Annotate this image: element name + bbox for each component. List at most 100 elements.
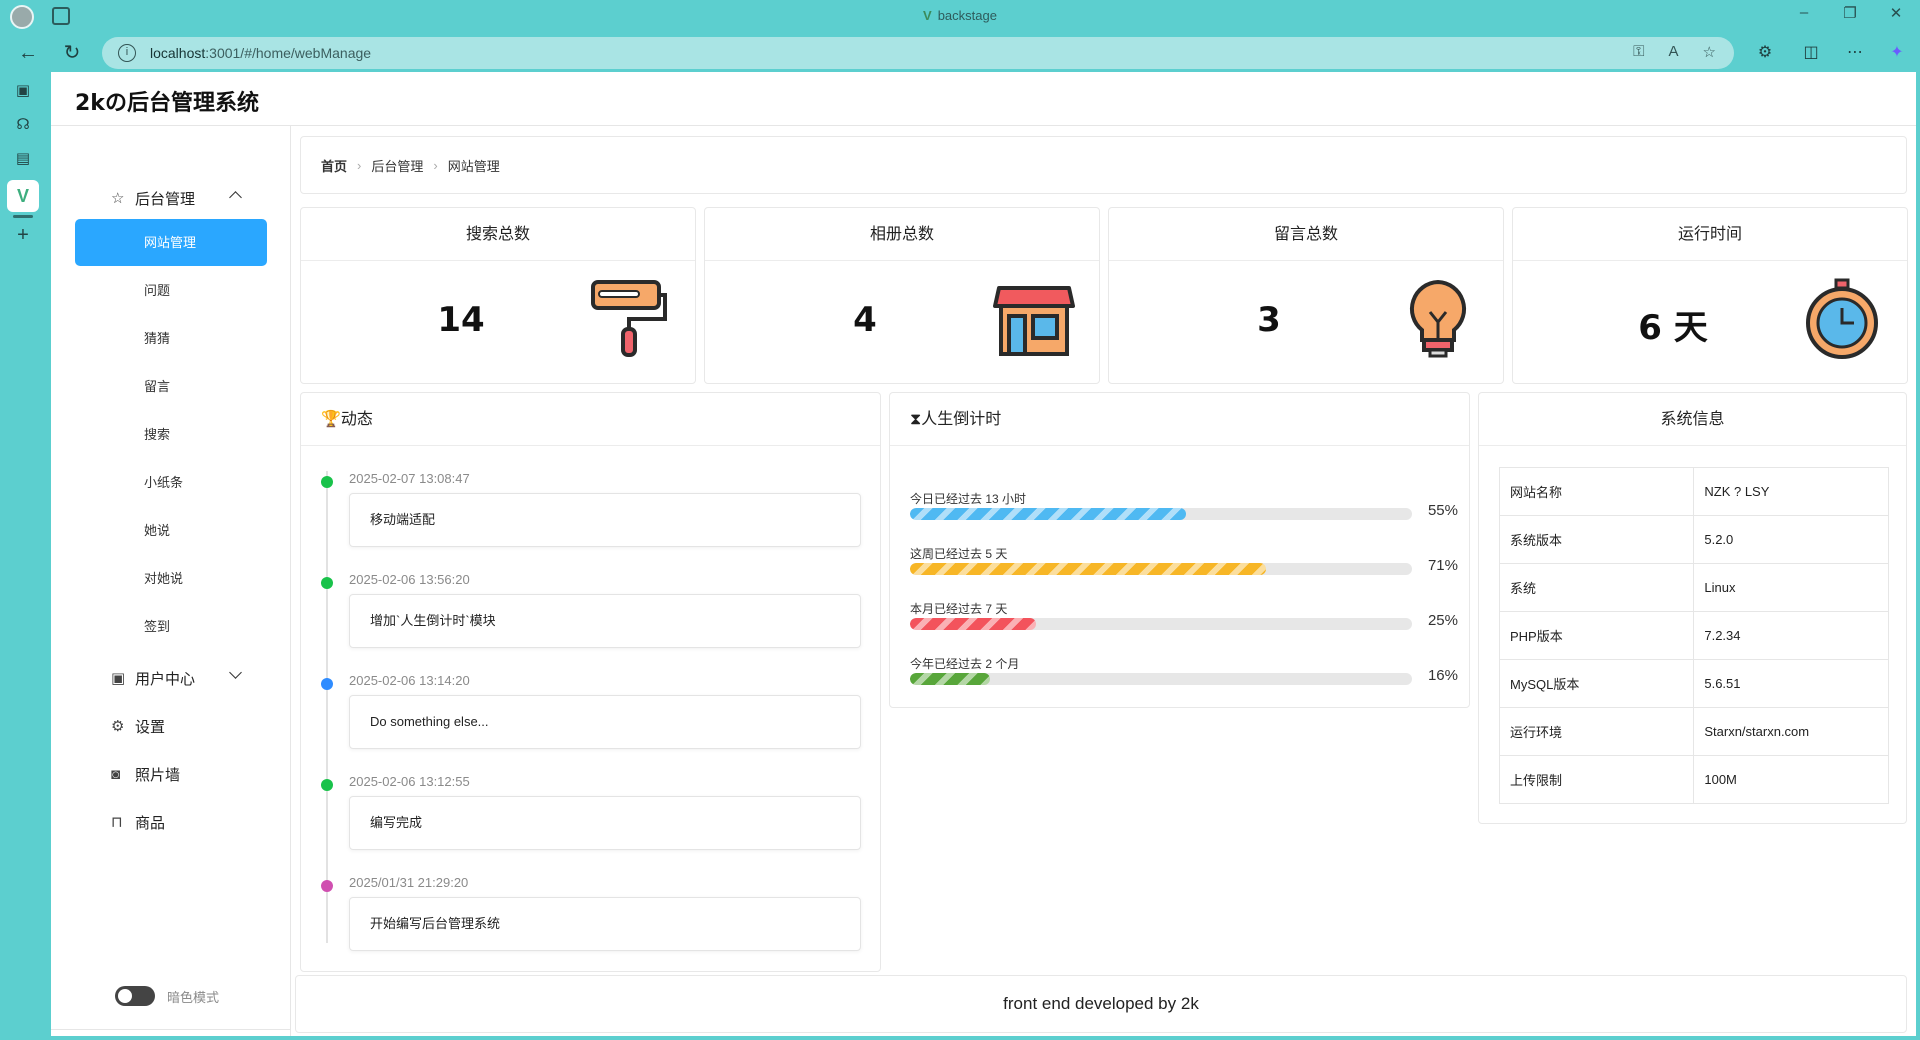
app-title: 2kの后台管理系统 — [75, 91, 259, 116]
more-menu-icon[interactable]: ⋯ — [1842, 42, 1868, 62]
vue-logo-icon: V — [923, 8, 932, 23]
timeline-time: 2025-02-06 13:56:20 — [349, 572, 470, 587]
stat-card-uptime: 运行时间 6 天 — [1512, 207, 1908, 384]
tab-actions-icon[interactable]: ▣ — [12, 80, 34, 102]
menu-group-user-center[interactable]: ▣ 用户中心 — [111, 660, 242, 696]
menu-group-admin[interactable]: ☆ 后台管理 — [111, 180, 242, 216]
tab-title: backstage — [937, 8, 997, 23]
page-footer: front end developed by 2k — [295, 975, 1907, 1033]
info-key: 系统版本 — [1498, 515, 1695, 564]
app-window: 2kの后台管理系统 ☆ 后台管理 网站管理 问题 猜猜 留言 搜索 小纸条 她说… — [51, 72, 1916, 1036]
address-bar[interactable]: i localhost:3001/#/home/webManage ⚿ A ☆ — [102, 37, 1734, 69]
paint-roller-icon — [591, 280, 667, 357]
tab-history-icon[interactable]: ☊ — [12, 114, 34, 136]
shopping-bag-icon: ⊓ — [111, 814, 123, 831]
refresh-icon[interactable]: ↻ — [58, 39, 86, 67]
copilot-icon[interactable]: ✦ — [1884, 42, 1910, 62]
sidebar-item-web-manage[interactable]: 网站管理 — [75, 219, 267, 266]
menu-settings[interactable]: ⚙ 设置 — [111, 708, 165, 744]
table-row: MySQL版本 5.6.51 — [1498, 659, 1889, 708]
restore-icon[interactable]: ❐ — [1830, 4, 1870, 22]
activity-title: 动态 — [340, 411, 373, 428]
progress-row: 本月已经过去 7 天 25% — [910, 600, 1458, 644]
timeline-time: 2025-02-06 13:14:20 — [349, 673, 470, 688]
sidebar-item-to-her[interactable]: 对她说 — [75, 555, 267, 602]
close-window-icon[interactable]: ✕ — [1876, 4, 1916, 22]
stat-value: 14 — [437, 300, 485, 340]
breadcrumb-current: 网站管理 — [447, 158, 500, 174]
sidebar-item-questions[interactable]: 问题 — [75, 267, 267, 314]
activity-panel: 🏆动态 2025-02-07 13:08:47 移动端适配 2025-02-06… — [300, 392, 881, 972]
progress-percent: 16% — [1427, 667, 1458, 684]
table-row: 系统版本 5.2.0 — [1498, 515, 1889, 564]
url-path: :3001/#/home/webManage — [205, 45, 372, 61]
info-key: 网站名称 — [1498, 467, 1695, 516]
sidebar-item-checkin[interactable]: 签到 — [75, 603, 267, 650]
stat-card-albums: 相册总数 4 — [704, 207, 1100, 384]
new-tab-plus-icon[interactable]: + — [12, 224, 34, 246]
countdown-title: 人生倒计时 — [921, 411, 1002, 428]
sidebar-item-messages[interactable]: 留言 — [75, 363, 267, 410]
dark-mode-switch[interactable] — [115, 986, 155, 1006]
site-info-icon[interactable]: i — [118, 44, 136, 62]
progress-row: 今日已经过去 13 小时 55% — [910, 490, 1458, 534]
store-icon — [993, 286, 1075, 356]
timeline-dot — [321, 678, 333, 690]
timeline-card: 开始编写后台管理系统 — [349, 897, 861, 951]
hourglass-icon: ⧗ — [910, 411, 922, 428]
lightbulb-icon — [1409, 279, 1467, 358]
browser-titlebar: Vbackstage – ❐ ✕ — [0, 0, 1920, 34]
menu-goods[interactable]: ⊓ 商品 — [111, 804, 165, 840]
stat-title: 相册总数 — [705, 208, 1099, 261]
back-icon[interactable]: ← — [14, 39, 42, 67]
dark-mode-toggle[interactable]: 暗色模式 — [115, 986, 219, 1006]
stat-card-messages: 留言总数 3 — [1108, 207, 1504, 384]
chevron-up-icon — [229, 191, 242, 204]
timeline-card: 移动端适配 — [349, 493, 861, 547]
vue-tab-icon[interactable]: V — [7, 180, 39, 218]
split-screen-icon[interactable]: ◫ — [1798, 42, 1824, 62]
read-aloud-icon[interactable]: A — [1669, 43, 1679, 61]
stat-value: 3 — [1257, 300, 1281, 340]
menu-group-admin-label: 后台管理 — [135, 190, 196, 208]
collections-icon[interactable]: ▤ — [12, 148, 34, 170]
key-icon[interactable]: ⚿ — [1633, 43, 1644, 61]
sysinfo-table: 网站名称 NZK ? LSY 系统版本 5.2.0 系统 Linux PHP版本 7.2… — [1498, 467, 1889, 804]
sidebar-item-she-says[interactable]: 她说 — [75, 507, 267, 554]
info-value: NZK ? LSY — [1693, 467, 1889, 516]
sysinfo-title: 系统信息 — [1479, 393, 1906, 446]
timeline-line — [326, 471, 328, 943]
breadcrumb-admin[interactable]: 后台管理 — [371, 156, 423, 175]
stat-title: 运行时间 — [1513, 208, 1907, 261]
info-key: PHP版本 — [1498, 611, 1695, 660]
browser-navbar: ← ↻ i localhost:3001/#/home/webManage ⚿ … — [0, 34, 1920, 72]
breadcrumb-separator-icon: › — [357, 157, 362, 173]
menu-photo-wall[interactable]: ◙ 照片墙 — [111, 756, 180, 792]
menu-group-user-label: 用户中心 — [135, 670, 196, 688]
favorite-star-icon[interactable]: ☆ — [1703, 43, 1716, 61]
url-text[interactable]: localhost:3001/#/home/webManage — [150, 45, 371, 61]
menu-photo-wall-label: 照片墙 — [135, 766, 181, 784]
browser-sidebar: ▣ ☊ ▤ V + — [0, 72, 46, 1040]
sidebar-item-search[interactable]: 搜索 — [75, 411, 267, 458]
breadcrumb: 首页 › 后台管理 › 网站管理 — [300, 136, 1907, 194]
sidebar-footer: ✖ — [51, 1029, 291, 1040]
sidebar-item-notes[interactable]: 小纸条 — [75, 459, 267, 506]
progress-percent: 25% — [1427, 612, 1458, 629]
progress-label: 今年已经过去 2 个月 — [910, 657, 1020, 671]
dark-mode-label: 暗色模式 — [167, 989, 220, 1005]
sysinfo-panel: 系统信息 网站名称 NZK ? LSY 系统版本 5.2.0 系统 Linux PHP… — [1478, 392, 1907, 824]
timeline-time: 2025/01/31 21:29:20 — [349, 875, 469, 890]
countdown-panel: ⧗人生倒计时 今日已经过去 13 小时 55% 这周已经过去 5 天 71% 本… — [889, 392, 1470, 708]
minimize-icon[interactable]: – — [1784, 4, 1824, 21]
info-value: 100M — [1693, 755, 1889, 804]
timeline-time: 2025-02-07 13:08:47 — [349, 471, 470, 486]
url-host: localhost — [150, 45, 206, 61]
info-value: 5.6.51 — [1693, 659, 1889, 708]
breadcrumb-home[interactable]: 首页 — [321, 156, 347, 175]
sidebar-item-guess[interactable]: 猜猜 — [75, 315, 267, 362]
progress-fill — [910, 673, 991, 685]
stat-value: 6 天 — [1638, 308, 1708, 348]
progress-track — [910, 563, 1412, 575]
extensions-icon[interactable]: ⚙ — [1752, 42, 1778, 62]
